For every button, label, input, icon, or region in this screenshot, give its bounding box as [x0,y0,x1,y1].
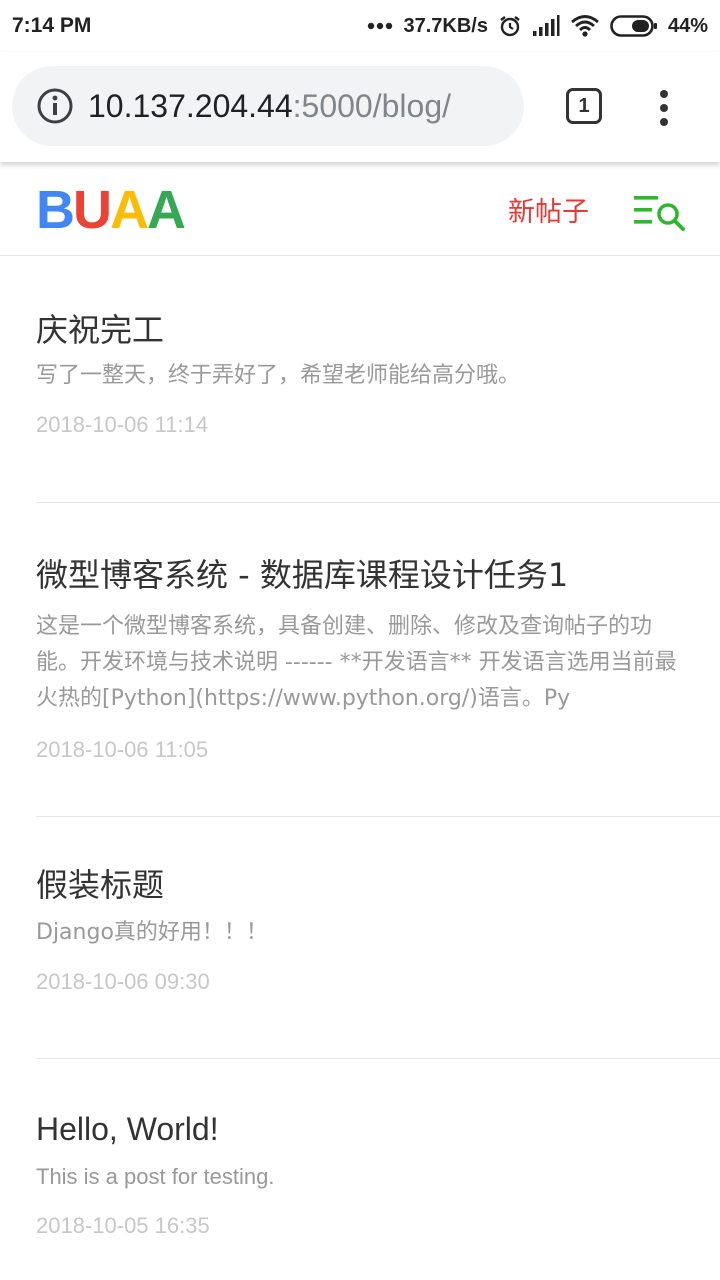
battery-icon [610,15,657,37]
wifi-icon [571,15,599,37]
signal-icon [532,15,560,36]
dots-icon [368,22,393,30]
new-post-link[interactable]: 新帖子 [508,190,589,229]
post-item[interactable]: 微型博客系统 - 数据库课程设计任务1 这是一个微型博客系统，具备创建、删除、修… [36,503,720,817]
post-excerpt: Django真的好用！！！ [36,920,268,945]
post-item[interactable]: 假装标题 Django真的好用！！！ 2018-10-06 09:30 [36,817,720,1059]
url-host: 10.137.204.44 [88,87,293,124]
post-excerpt: 写了一整天，终于弄好了，希望老师能给高分哦。 [36,363,521,388]
alarm-icon [500,16,520,37]
status-indicators: 37.7KB/s 44% [367,14,708,38]
tabs-icon[interactable]: 1 [566,88,602,124]
status-bar: 7:14 PM 37.7KB/s 44% [0,0,720,52]
logo-letter: B [36,180,75,240]
info-icon[interactable] [36,87,74,125]
buaa-logo[interactable]: BUAA [36,180,186,240]
url-text[interactable]: 10.137.204.44:5000/blog/ [88,88,451,125]
logo-letter: U [73,180,112,240]
address-bar[interactable]: 10.137.204.44:5000/blog/ [12,66,524,146]
status-time: 7:14 PM [12,14,92,37]
search-list-icon[interactable] [632,192,686,232]
browser-toolbar: 10.137.204.44:5000/blog/ 1 [0,52,720,162]
post-date: 2018-10-05 16:35 [36,1213,210,1238]
post-item[interactable]: Hello, World! This is a post for testing… [36,1059,720,1280]
battery-percent: 44% [667,14,708,37]
post-title[interactable]: 微型博客系统 - 数据库课程设计任务1 [36,503,720,597]
post-excerpt: 这是一个微型博客系统，具备创建、删除、修改及查询帖子的功能。开发环境与技术说明 … [36,614,677,711]
overflow-menu-icon[interactable] [652,88,676,128]
post-title[interactable]: 庆祝完工 [36,256,720,352]
post-list: 庆祝完工 写了一整天，终于弄好了，希望老师能给高分哦。 2018-10-06 1… [0,256,720,1280]
post-excerpt: This is a post for testing. [36,1164,275,1189]
post-date: 2018-10-06 09:30 [36,969,210,994]
url-path: :5000/blog/ [292,87,451,124]
network-speed: 37.7KB/s [403,14,488,37]
post-title[interactable]: 假装标题 [36,817,720,907]
site-header: BUAA 新帖子 [0,162,720,256]
tab-count: 1 [578,94,590,117]
post-date: 2018-10-06 11:05 [36,737,209,762]
post-item[interactable]: 庆祝完工 写了一整天，终于弄好了，希望老师能给高分哦。 2018-10-06 1… [36,256,720,503]
logo-letter: A [147,180,186,240]
post-title[interactable]: Hello, World! [36,1059,720,1151]
logo-letter: A [110,180,149,240]
post-date: 2018-10-06 11:14 [36,412,209,437]
